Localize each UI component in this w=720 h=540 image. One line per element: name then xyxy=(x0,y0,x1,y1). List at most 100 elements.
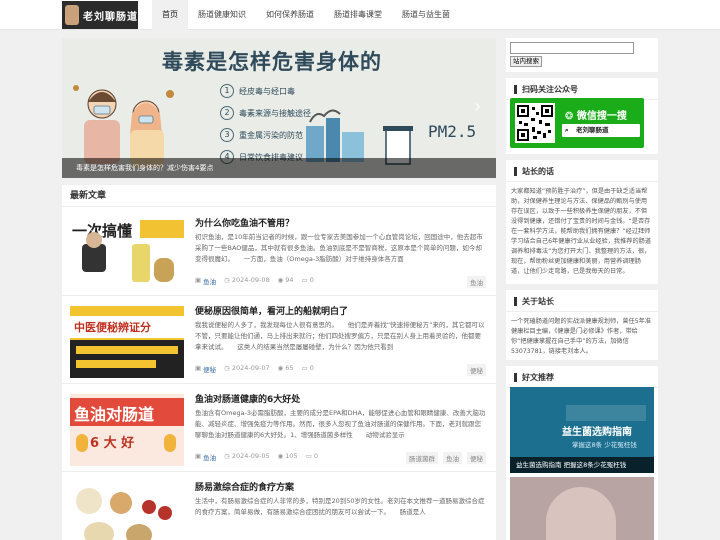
widget-title: 站长的话 xyxy=(522,167,554,176)
thumbnail-face xyxy=(86,232,102,248)
wechat-search-banner[interactable]: ❂ 微信搜一搜 ⌕ 老刘聊肠道 xyxy=(510,98,644,148)
eye-icon: ◉ xyxy=(277,452,284,460)
eye-icon: ◉ xyxy=(277,276,284,284)
search-widget: 站内搜索 xyxy=(506,38,658,72)
article-date: 2024-09-08 xyxy=(231,276,270,284)
main-nav: 首页 肠道健康知识 如何保养肠道 肠道排毒课堂 肠道与益生菌 xyxy=(152,0,460,30)
wechat-account-box: ⌕ 老刘聊肠道 xyxy=(562,124,640,137)
recommend-banner-title: 益生菌选购指南 xyxy=(562,427,632,438)
about-text: 一个死磕肠道问题的实战派健康规划师，曾任5年准健康栏目主编，《健康是门必修课》作… xyxy=(511,318,652,355)
article-title[interactable]: 鱼油对肠道健康的6大好处 xyxy=(195,392,300,405)
pm25-label: PM2.5 xyxy=(428,122,477,141)
article-category[interactable]: 便秘 xyxy=(203,364,216,374)
header-bar xyxy=(514,373,517,382)
clock-icon: ◷ xyxy=(224,364,230,372)
thumbnail-capsule xyxy=(76,434,88,452)
site-logo[interactable]: 老刘聊肠道 xyxy=(62,1,138,29)
category-icon: ▣ xyxy=(195,364,202,372)
step-number: 2 xyxy=(220,106,234,120)
banner-title: 毒素是怎样危害身体的 xyxy=(162,50,382,74)
search-input[interactable] xyxy=(510,42,634,54)
article-views: 65 xyxy=(285,364,294,372)
thumbnail-bowl xyxy=(76,488,102,514)
banner-steps: 1 经皮毒与经口毒 2 毒素来源与接触途径 3 重金属污染的防范 4 日常饮食排毒建议 xyxy=(220,80,311,168)
wechat-widget: 扫码关注公众号 ❂ 微信搜一搜 ⌕ 老刘聊肠道 xyxy=(506,78,658,154)
widget-header: 扫码关注公众号 xyxy=(506,78,658,100)
article-thumbnail[interactable] xyxy=(70,482,184,540)
widget-header: 关于站长 xyxy=(506,290,658,312)
comment-icon: ▭ xyxy=(301,364,308,372)
site-intro-text: 大家都知道“预防胜于治疗”，但是由于缺乏适当帮助，对保健养生理论与方法、保健品的… xyxy=(511,188,652,275)
nav-item-care[interactable]: 如何保养肠道 xyxy=(256,0,324,30)
comment-icon: ▭ xyxy=(301,276,308,284)
article-title[interactable]: 便秘原因很简单，看河上的船就明白了 xyxy=(195,304,348,317)
article-thumbnail[interactable]: 一次搞懂 xyxy=(70,218,184,290)
widget-title: 关于站长 xyxy=(522,297,554,306)
nav-item-home[interactable]: 首页 xyxy=(152,0,188,30)
thumbnail-subtext: 6 大 好 xyxy=(90,436,135,451)
category-icon: ▣ xyxy=(195,452,202,460)
nav-item-probiotics[interactable]: 肠道与益生菌 xyxy=(392,0,460,30)
slider-next-icon[interactable]: › xyxy=(474,96,481,117)
recommend-caption[interactable]: 益生菌选购指南 把握这8条少花冤枉钱 xyxy=(510,457,654,473)
thumbnail-text: 一次搞懂 xyxy=(72,222,133,240)
wechat-search-text: 微信搜一搜 xyxy=(576,111,627,122)
thumbnail-line xyxy=(76,346,178,354)
search-button[interactable]: 站内搜索 xyxy=(510,56,542,67)
article-thumbnail[interactable]: 鱼油对肠道 6 大 好 xyxy=(70,394,184,466)
article-views: 94 xyxy=(285,276,294,284)
thumbnail-highlight xyxy=(140,220,184,238)
article-tag[interactable]: 便秘 xyxy=(467,452,486,464)
banner-light xyxy=(566,405,646,421)
article-thumbnail[interactable]: 中医便秘辨证分 xyxy=(70,306,184,378)
thumbnail-date-fruit xyxy=(142,500,156,514)
banner-caption[interactable]: 毒素是怎样危害我们身体的？减少伤害4要点 xyxy=(62,158,496,178)
factory-pollution-illustration xyxy=(306,109,364,162)
thumbnail-person xyxy=(82,244,106,272)
thumbnail-line xyxy=(76,360,156,368)
step-number: 1 xyxy=(220,84,234,98)
article-tags: 肠道菌群 鱼油 便秘 xyxy=(406,452,486,464)
thumbnail-text: 中医便秘辨证分 xyxy=(74,321,151,334)
banner-step: 1 经皮毒与经口毒 xyxy=(220,80,311,102)
recommend-item-image[interactable]: 益生菌选购指南 掌握这8条 少花冤枉钱 益生菌选购指南 把握这8条少花冤枉钱 xyxy=(510,387,654,473)
article-tag[interactable]: 便秘 xyxy=(467,364,486,376)
thumbnail-bowl xyxy=(126,524,152,540)
top-navbar: 老刘聊肠道 首页 肠道健康知识 如何保养肠道 肠道排毒课堂 肠道与益生菌 xyxy=(0,0,720,30)
nav-item-knowledge[interactable]: 肠道健康知识 xyxy=(188,0,256,30)
latest-articles: 最新文章 一次搞懂 为什么你吃鱼油不管用？ 初识鱼油，是10年前当记者的时候，跟… xyxy=(62,185,496,540)
article-excerpt: 我我说便秘的人多了，我发现每位人很有意思的。 他们是弄着找“快速排便秘方”来的，… xyxy=(195,321,485,351)
article-category[interactable]: 鱼油 xyxy=(203,276,216,286)
recommend-widget: 好文推荐 益生菌选购指南 掌握这8条 少花冤枉钱 益生菌选购指南 把握这8条少花… xyxy=(506,366,658,540)
article-excerpt: 初识鱼油，是10年前当记者的时候，跟一位专家去美国参加一个心血管岗论坛，回国途中… xyxy=(195,233,483,263)
nav-item-detox[interactable]: 肠道排毒课堂 xyxy=(324,0,392,30)
hero-slider[interactable]: 毒素是怎样危害身体的 1 经皮毒与经口毒 2 毒素来源与接触途径 3 重金属污染的防范… xyxy=(62,38,496,178)
article-meta: ▣ 便秘 ◷ 2024-09-07 ◉ 65 ▭ 0 xyxy=(195,364,314,374)
wechat-search-icon: ❂ xyxy=(565,111,577,122)
article-item: 中医便秘辨证分 便秘原因很简单，看河上的船就明白了 我我说便秘的人多了，我发现每… xyxy=(62,296,496,384)
category-icon: ▣ xyxy=(195,276,202,284)
article-tags: 鱼油 xyxy=(467,276,486,288)
article-comments: 0 xyxy=(313,452,318,460)
about-widget: 关于站长 一个死磕肠道问题的实战派健康规划师，曾任5年准健康栏目主编，《健康是门… xyxy=(506,290,658,360)
thumbnail-bowl xyxy=(84,522,114,540)
article-title[interactable]: 肠易激综合症的食疗方案 xyxy=(195,480,294,493)
banner-step: 2 毒素来源与接触途径 xyxy=(220,102,311,124)
recommend-banner-sub: 掌握这8条 少花冤枉钱 xyxy=(572,441,637,449)
widget-header: 站长的话 xyxy=(506,160,658,182)
thumbnail-text: 鱼油对肠道 xyxy=(74,405,155,424)
article-title[interactable]: 为什么你吃鱼油不管用？ xyxy=(195,216,294,229)
article-meta: ▣ 鱼油 ◷ 2024-09-08 ◉ 94 ▭ 0 xyxy=(195,276,314,286)
article-excerpt: 鱼油含有Omega-3必需脂肪酸，主要的成分是EPA和DHA，能够促进心血管和眼… xyxy=(195,409,486,439)
article-excerpt: 生活中，有肠易激综合症的人非常的多，特别是20到50岁的女性。老刘在本文推荐一道… xyxy=(195,497,485,516)
article-meta: ▣ 鱼油 ◷ 2024-09-05 ◉ 105 ▭ 0 xyxy=(195,452,318,462)
step-text: 重金属污染的防范 xyxy=(239,130,303,140)
article-category[interactable]: 鱼油 xyxy=(203,452,216,462)
header-bar xyxy=(514,85,517,94)
article-tag[interactable]: 肠道菌群 xyxy=(406,452,438,464)
recommend-item-image-2[interactable] xyxy=(510,477,654,540)
search-icon: ⌕ xyxy=(565,126,569,134)
article-tag[interactable]: 鱼油 xyxy=(467,276,486,288)
article-tag[interactable]: 鱼油 xyxy=(443,452,462,464)
article-item: 一次搞懂 为什么你吃鱼油不管用？ 初识鱼油，是10年前当记者的时候，跟一位专家去… xyxy=(62,208,496,296)
